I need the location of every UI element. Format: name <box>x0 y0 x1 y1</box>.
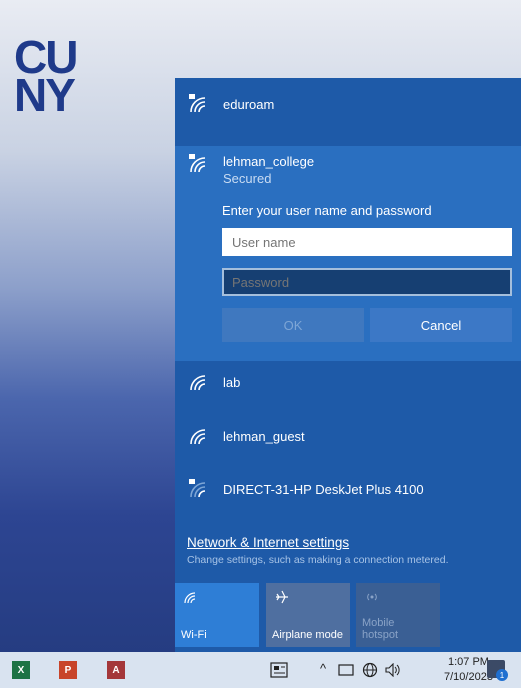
hotspot-label-line-2: hotspot <box>362 629 399 641</box>
network-ssid: lehman_guest <box>223 428 305 444</box>
network-item-lehman-college[interactable]: lehman_college Secured Enter your user n… <box>175 146 521 361</box>
ok-button[interactable]: OK <box>222 308 364 342</box>
hotspot-label-line-1: Mobile <box>362 617 395 629</box>
username-input[interactable] <box>222 228 512 256</box>
globe-network-icon[interactable] <box>362 662 378 678</box>
network-status: Secured <box>223 171 272 186</box>
mobile-hotspot-tile[interactable]: Mobile hotspot <box>356 583 440 647</box>
credential-prompt: Enter your user name and password <box>222 203 432 218</box>
network-settings-description: Change settings, such as making a connec… <box>187 554 449 566</box>
network-ssid: lehman_college <box>223 154 315 169</box>
wifi-secured-icon <box>189 94 206 113</box>
cancel-button[interactable]: Cancel <box>370 308 512 342</box>
network-item-eduroam[interactable]: eduroam <box>175 92 521 116</box>
wifi-icon <box>184 592 196 604</box>
clock-date: 7/10/2023 <box>444 671 493 683</box>
airplane-tile-label: Airplane mode <box>272 629 343 641</box>
network-flyout: eduroam lehman_college Secured Enter you… <box>175 78 521 652</box>
network-settings-link[interactable]: Network & Internet settings <box>187 535 449 550</box>
hotspot-icon <box>367 593 377 601</box>
access-icon[interactable]: A <box>107 661 125 679</box>
wifi-secured-icon <box>189 154 206 173</box>
notification-badge: 1 <box>496 669 508 681</box>
network-settings-section: Network & Internet settings Change setti… <box>187 535 449 566</box>
hotspot-tile-label: Mobile hotspot <box>362 617 398 641</box>
clock-time: 1:07 PM <box>447 656 489 668</box>
wifi-weak-secured-icon <box>189 479 206 498</box>
network-item-direct-hp[interactable]: DIRECT-31-HP DeskJet Plus 4100 <box>175 477 521 501</box>
wifi-tile-label: Wi-Fi <box>181 629 207 641</box>
network-ssid: lab <box>223 374 241 390</box>
excel-icon[interactable]: X <box>12 661 30 679</box>
airplane-icon <box>276 590 288 604</box>
wifi-toggle-tile[interactable]: Wi-Fi <box>175 583 259 647</box>
network-item-lab[interactable]: lab <box>175 370 521 394</box>
network-ssid: DIRECT-31-HP DeskJet Plus 4100 <box>223 481 424 497</box>
wifi-icon <box>190 429 206 445</box>
volume-icon[interactable] <box>385 663 401 677</box>
network-ssid: eduroam <box>223 96 275 112</box>
clock[interactable]: 1:07 PM 7/10/2023 <box>444 655 493 685</box>
show-hidden-icons-chevron-icon[interactable]: ^ <box>320 661 326 676</box>
airplane-mode-tile[interactable]: Airplane mode <box>266 583 350 647</box>
news-widget-icon[interactable] <box>270 662 288 678</box>
cuny-logo: CU NY <box>14 34 78 121</box>
logo-line-2: NY <box>14 69 76 121</box>
password-input[interactable] <box>222 268 512 296</box>
taskbar: X P A ^ 1:07 PM 7/10/2023 1 <box>0 652 521 688</box>
powerpoint-icon[interactable]: P <box>59 661 77 679</box>
network-item-lehman-guest[interactable]: lehman_guest <box>175 424 521 448</box>
wifi-icon <box>190 375 206 391</box>
input-indicator-icon[interactable] <box>338 664 354 676</box>
